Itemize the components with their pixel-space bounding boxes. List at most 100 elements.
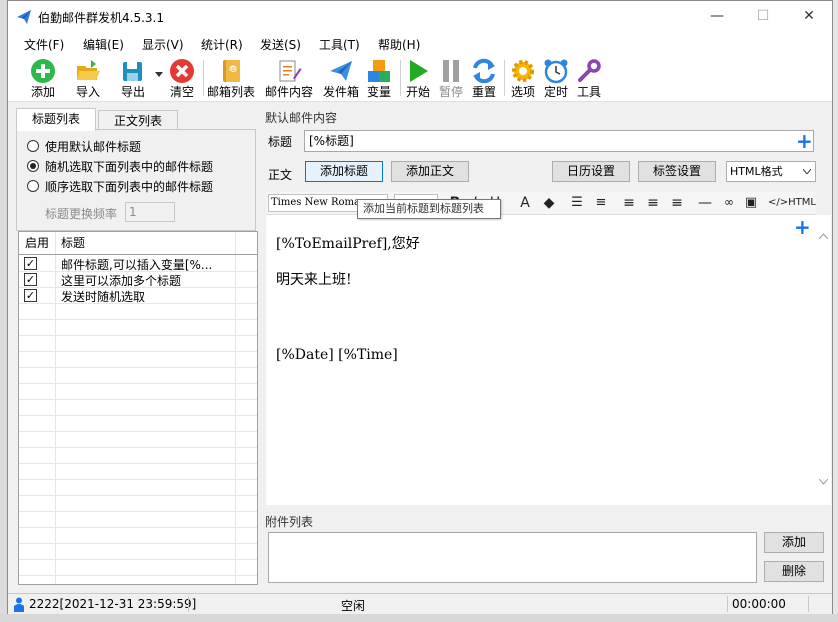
row-line [19, 303, 257, 304]
chevron-down-icon[interactable] [155, 72, 163, 78]
toolbar: 添加 导入 导出 清空 @ 邮箱列表 邮件内容 发件箱 变量 开始 暂停 重置 … [8, 54, 832, 102]
editor-plus-icon[interactable]: + [794, 217, 811, 237]
title-bar: 伯勤邮件群发机4.5.3.1 — ☐ ✕ [8, 1, 832, 32]
editor-line: 明天来上班! [276, 272, 352, 288]
row-line [19, 399, 257, 400]
menu-send[interactable]: 发送(S) [260, 36, 301, 53]
row-line [19, 479, 257, 480]
import-button[interactable]: 导入 [71, 56, 105, 100]
status-separator [188, 596, 189, 612]
grid-divider [235, 232, 236, 584]
tab-subject-list[interactable]: 标题列表 [16, 108, 96, 131]
link-icon[interactable]: ∞ [720, 195, 738, 209]
horizontal-rule-icon[interactable]: — [696, 195, 714, 211]
minimize-button[interactable]: — [694, 1, 740, 32]
export-button[interactable]: 导出 [116, 56, 150, 100]
radio-default-subject[interactable] [27, 140, 39, 152]
status-user: 2222[2021-12-31 23:59:59] [29, 597, 197, 611]
play-icon [410, 60, 428, 82]
fill-color-icon[interactable]: ◆ [540, 195, 558, 211]
row-checkbox[interactable]: ✓ [24, 257, 37, 270]
grid-header-subject[interactable]: 标题 [61, 232, 85, 254]
align-left-icon[interactable]: ≡ [620, 195, 638, 211]
freq-input[interactable]: 1 [125, 202, 175, 222]
toolbar-separator [203, 60, 204, 96]
pause-label: 暂停 [438, 85, 463, 99]
menu-tools[interactable]: 工具(T) [319, 36, 360, 53]
pause-button[interactable]: 暂停 [436, 56, 466, 100]
menu-stats[interactable]: 统计(R) [201, 36, 243, 53]
body-editor[interactable]: [%ToEmailPref],您好 明天来上班! [%Date] [%Time]… [266, 215, 816, 505]
mail-content-button[interactable]: 邮件内容 [264, 56, 314, 100]
attachment-delete-button[interactable]: 删除 [764, 561, 824, 582]
options-label: 选项 [510, 85, 535, 99]
menu-view[interactable]: 显示(V) [142, 36, 184, 53]
row-checkbox[interactable]: ✓ [24, 273, 37, 286]
attachment-list[interactable] [268, 532, 757, 583]
mailbox-list-button[interactable]: @ 邮箱列表 [206, 56, 256, 100]
calendar-settings-button[interactable]: 日历设置 [552, 161, 630, 182]
align-center-icon[interactable]: ≡ [644, 195, 662, 211]
menu-edit[interactable]: 编辑(E) [83, 36, 124, 53]
close-button[interactable]: ✕ [786, 1, 832, 32]
add-subject-plus-icon[interactable]: + [796, 131, 813, 151]
variables-button[interactable]: 变量 [364, 56, 394, 100]
attachment-label: 附件列表 [265, 515, 314, 529]
attachment-add-button[interactable]: 添加 [764, 532, 824, 553]
reset-button[interactable]: 重置 [469, 56, 499, 100]
add-label: 添加 [30, 85, 55, 99]
timer-label: 定时 [543, 85, 568, 99]
outbox-button[interactable]: 发件箱 [321, 56, 361, 100]
row-checkbox[interactable]: ✓ [24, 289, 37, 302]
radio-sequential-subject[interactable] [27, 180, 39, 192]
clear-button[interactable]: 清空 [165, 56, 199, 100]
timer-button[interactable]: 定时 [541, 56, 571, 100]
maximize-button[interactable]: ☐ [740, 1, 786, 32]
menu-help[interactable]: 帮助(H) [378, 36, 420, 53]
tab-body-list[interactable]: 正文列表 [98, 110, 178, 131]
wrench-icon [578, 59, 601, 82]
plus-circle-icon [31, 59, 55, 83]
document-edit-icon [279, 60, 302, 82]
format-select[interactable]: HTML格式 [726, 161, 816, 182]
outbox-label: 发件箱 [322, 85, 359, 99]
start-button[interactable]: 开始 [403, 56, 433, 100]
blocks-icon [368, 60, 390, 82]
row-line [19, 367, 257, 368]
radio-sequential-label: 顺序选取下面列表中的邮件标题 [45, 180, 214, 194]
bullet-list-icon[interactable]: ≡ [592, 195, 610, 210]
svg-text:@: @ [230, 67, 236, 74]
add-body-button[interactable]: 添加正文 [391, 161, 469, 182]
status-bar: 2222[2021-12-31 23:59:59] 空闲 00:00:00 [8, 593, 832, 614]
grid-header-enabled[interactable]: 启用 [25, 232, 49, 254]
mail-content-label: 邮件内容 [264, 85, 313, 99]
menu-file[interactable]: 文件(F) [24, 36, 64, 53]
tools-button[interactable]: 工具 [574, 56, 604, 100]
toolbar-separator [400, 60, 401, 96]
subject-label: 标题 [268, 135, 293, 149]
export-label: 导出 [120, 85, 145, 99]
reset-label: 重置 [471, 85, 496, 99]
chevron-up-icon[interactable] [819, 233, 828, 239]
ordered-list-icon[interactable]: ☰ [568, 195, 586, 210]
radio-random-subject[interactable] [27, 160, 39, 172]
align-right-icon[interactable]: ≡ [668, 195, 686, 211]
editor-line: [%Date] [%Time] [276, 347, 398, 363]
address-book-icon: @ [223, 60, 240, 82]
alarm-clock-icon [544, 59, 568, 84]
add-button[interactable]: 添加 [26, 56, 60, 100]
subject-input[interactable]: [%标题] [304, 130, 814, 152]
chevron-down-icon[interactable] [819, 479, 828, 485]
tag-settings-button[interactable]: 标签设置 [638, 161, 716, 182]
add-subject-button[interactable]: 添加标题 [305, 161, 383, 182]
options-button[interactable]: 选项 [508, 56, 538, 100]
paper-plane-icon [330, 61, 352, 81]
editor-scrollbar[interactable] [816, 215, 831, 505]
image-icon[interactable]: ▣ [742, 195, 760, 210]
row-line [19, 447, 257, 448]
font-color-icon[interactable]: A [516, 195, 534, 211]
html-source-button[interactable]: </>HTML [768, 197, 816, 208]
row-line [19, 351, 257, 352]
row-line [19, 575, 257, 576]
row-line [19, 559, 257, 560]
